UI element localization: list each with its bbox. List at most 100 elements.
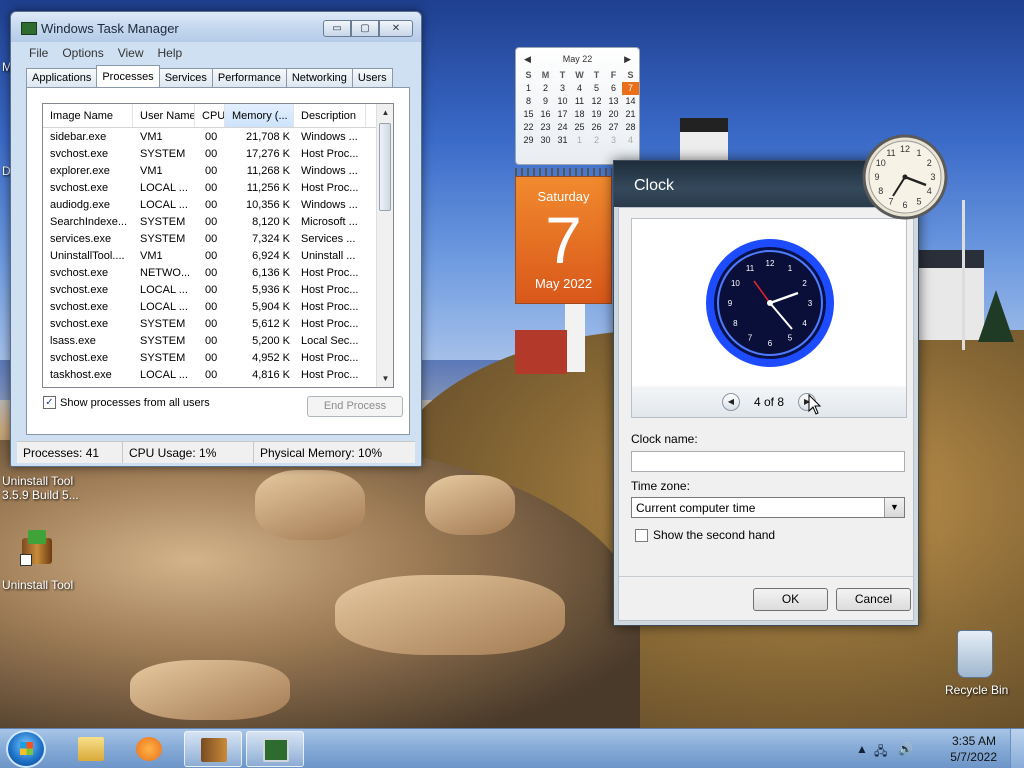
clock-gadget[interactable]: 12 1 2 3 4 5 6 7 8 9 10 11 <box>862 134 948 220</box>
table-row[interactable]: svchost.exe SYSTEM 00 5,612 K Host Proc... <box>43 315 393 332</box>
table-row[interactable]: svchost.exe SYSTEM 00 17,276 K Host Proc... <box>43 145 393 162</box>
taskbar-task-manager[interactable] <box>246 731 304 767</box>
scroll-down-icon[interactable]: ▼ <box>377 370 393 387</box>
calendar-day-cell[interactable]: 3 <box>605 134 622 147</box>
ok-button[interactable]: OK <box>753 588 828 611</box>
menu-file[interactable]: File <box>25 43 52 63</box>
tab-users[interactable]: Users <box>351 68 393 87</box>
calendar-day-cell[interactable]: 1 <box>520 82 537 95</box>
calendar-day-cell[interactable]: 24 <box>554 121 571 134</box>
calendar-day-cell[interactable]: 4 <box>571 82 588 95</box>
end-process-button[interactable]: End Process <box>307 396 403 417</box>
prev-month-icon[interactable]: ◀ <box>524 54 531 65</box>
calendar-day-cell[interactable]: 14 <box>622 95 639 108</box>
tab-services[interactable]: Services <box>158 68 213 87</box>
table-row[interactable]: explorer.exe VM1 00 11,268 K Windows ... <box>43 162 393 179</box>
next-month-icon[interactable]: ▶ <box>624 54 631 65</box>
table-row[interactable]: services.exe SYSTEM 00 7,324 K Services ... <box>43 230 393 247</box>
calendar-day-cell[interactable]: 7 <box>622 82 639 95</box>
calendar-day-cell[interactable]: 1 <box>571 134 588 147</box>
column-cpu[interactable]: CPU <box>195 104 225 127</box>
calendar-day-cell[interactable]: 30 <box>537 134 554 147</box>
show-all-processes-row[interactable]: ✓ Show processes from all users <box>43 396 210 409</box>
taskbar-media-player[interactable] <box>120 731 178 767</box>
calendar-day-cell[interactable]: 11 <box>571 95 588 108</box>
process-list-scrollbar[interactable]: ▲ ▼ <box>376 104 393 387</box>
start-button[interactable] <box>6 730 46 768</box>
calendar-day-cell[interactable]: 2 <box>537 82 554 95</box>
menu-help[interactable]: Help <box>154 43 187 63</box>
calendar-day-cell[interactable]: 10 <box>554 95 571 108</box>
table-row[interactable]: svchost.exe SYSTEM 00 4,952 K Host Proc... <box>43 349 393 366</box>
chevron-down-icon[interactable]: ▼ <box>884 498 904 517</box>
calendar-day-cell[interactable]: 31 <box>554 134 571 147</box>
table-row[interactable]: SearchIndexe... SYSTEM 00 8,120 K Microsoft … <box>43 213 393 230</box>
calendar-day-cell[interactable]: 15 <box>520 108 537 121</box>
speaker-icon[interactable]: 🔊 <box>898 742 913 756</box>
scrollbar-thumb[interactable] <box>379 123 391 211</box>
column-description[interactable]: Description <box>294 104 366 127</box>
tab-networking[interactable]: Networking <box>285 68 353 87</box>
calendar-day-cell[interactable]: 21 <box>622 108 639 121</box>
calendar-day-cell[interactable]: 6 <box>605 82 622 95</box>
show-desktop-button[interactable] <box>1010 729 1024 768</box>
task-manager-window[interactable]: Windows Task Manager ▭ ▢ ✕ File Options … <box>10 11 422 467</box>
calendar-day-cell[interactable]: 27 <box>605 121 622 134</box>
chevron-up-icon[interactable]: ▲ <box>856 742 868 756</box>
calendar-day-cell[interactable]: 12 <box>588 95 605 108</box>
task-manager-titlebar[interactable]: Windows Task Manager ▭ ▢ ✕ <box>11 12 421 42</box>
column-image-name[interactable]: Image Name <box>43 104 133 127</box>
calendar-day-cell[interactable]: 22 <box>520 121 537 134</box>
show-all-processes-checkbox[interactable]: ✓ <box>43 396 56 409</box>
calendar-day-cell[interactable]: 20 <box>605 108 622 121</box>
tab-applications[interactable]: Applications <box>26 68 98 87</box>
calendar-day-cell[interactable]: 16 <box>537 108 554 121</box>
column-memory[interactable]: Memory (... <box>225 104 294 127</box>
table-row[interactable]: taskhost.exe LOCAL ... 00 4,816 K Host Proc.… <box>43 366 393 383</box>
taskbar-explorer[interactable] <box>62 731 120 767</box>
table-row[interactable]: sidebar.exe VM1 00 21,708 K Windows ... <box>43 128 393 145</box>
desktop-icon-uninstall-tool[interactable]: Uninstall Tool <box>2 528 88 594</box>
clock-name-input[interactable] <box>631 451 905 472</box>
calendar-day-cell[interactable]: 28 <box>622 121 639 134</box>
tab-processes[interactable]: Processes <box>96 65 160 87</box>
table-row[interactable]: svchost.exe LOCAL ... 00 5,936 K Host Proc..… <box>43 281 393 298</box>
maximize-button[interactable]: ▢ <box>351 20 379 37</box>
close-button[interactable]: ✕ <box>379 20 413 37</box>
second-hand-checkbox[interactable] <box>635 528 648 542</box>
network-icon[interactable]: 🖧 <box>874 742 887 763</box>
table-row[interactable]: svchost.exe LOCAL ... 00 5,904 K Host Proc..… <box>43 298 393 315</box>
menu-view[interactable]: View <box>114 43 148 63</box>
clock-settings-dialog[interactable]: Clock 12 1 2 3 4 5 6 7 8 9 10 11 ◀ 4 of 8 ▶ Clock n… <box>613 160 919 626</box>
minimize-button[interactable]: ▭ <box>323 20 351 37</box>
calendar-day-cell[interactable]: 18 <box>571 108 588 121</box>
taskbar-date[interactable]: 5/7/2022 <box>950 750 997 764</box>
calendar-day-cell[interactable]: 2 <box>588 134 605 147</box>
calendar-day-cell[interactable]: 8 <box>520 95 537 108</box>
cancel-button[interactable]: Cancel <box>836 588 911 611</box>
calendar-day-cell[interactable]: 25 <box>571 121 588 134</box>
calendar-day-cell[interactable]: 26 <box>588 121 605 134</box>
time-zone-select[interactable]: Current computer time ▼ <box>631 497 905 518</box>
tab-performance[interactable]: Performance <box>211 68 287 87</box>
scroll-up-icon[interactable]: ▲ <box>377 104 393 121</box>
calendar-day-cell[interactable]: 3 <box>554 82 571 95</box>
taskbar-uninstall-tool[interactable] <box>184 731 242 767</box>
taskbar-time[interactable]: 3:35 AM <box>952 734 996 748</box>
table-row[interactable]: svchost.exe NETWO... 00 6,136 K Host Proc... <box>43 264 393 281</box>
table-row[interactable]: audiodg.exe LOCAL ... 00 10,356 K Windows ..… <box>43 196 393 213</box>
menu-options[interactable]: Options <box>58 43 107 63</box>
calendar-day-cell[interactable]: 9 <box>537 95 554 108</box>
calendar-day-cell[interactable]: 5 <box>588 82 605 95</box>
process-list[interactable]: Image Name User Name CPU Memory (... Des… <box>42 103 394 388</box>
calendar-day-cell[interactable]: 29 <box>520 134 537 147</box>
table-row[interactable]: lsass.exe SYSTEM 00 5,200 K Local Sec... <box>43 332 393 349</box>
calendar-day-cell[interactable]: 17 <box>554 108 571 121</box>
desktop-icon-recycle-bin[interactable]: Recycle Bin <box>944 630 1024 700</box>
calendar-gadget-day[interactable]: Saturday 7 May 2022 <box>515 176 612 304</box>
calendar-day-cell[interactable]: 23 <box>537 121 554 134</box>
calendar-day-cell[interactable]: 4 <box>622 134 639 147</box>
table-row[interactable]: UninstallTool.... VM1 00 6,924 K Uninstall .… <box>43 247 393 264</box>
calendar-day-cell[interactable]: 19 <box>588 108 605 121</box>
second-hand-row[interactable]: Show the second hand <box>635 528 775 542</box>
